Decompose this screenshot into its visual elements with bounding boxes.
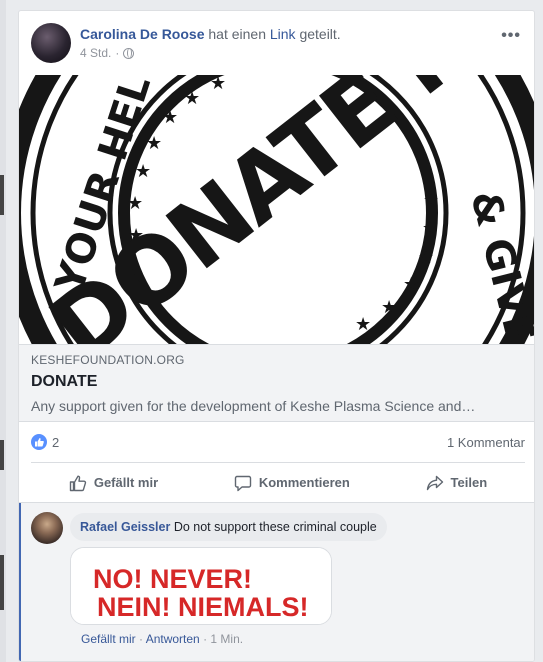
svg-text:★: ★ [135, 161, 151, 182]
action-text-pre: hat einen [208, 26, 266, 42]
post-meta: 4 Std. · [80, 46, 135, 60]
meme-line-1: NO! NEVER! [93, 564, 252, 594]
svg-text:★: ★ [423, 190, 439, 211]
comment-time[interactable]: 1 Min. [210, 632, 243, 646]
comment-bubble: Rafael Geissler Do not support these cri… [70, 513, 387, 541]
like-count: 2 [52, 434, 60, 450]
like-button-label: Gefällt mir [93, 475, 159, 490]
background-fragment [0, 175, 4, 215]
svg-text:★: ★ [418, 247, 434, 268]
comment-reply-link[interactable]: Antworten [146, 632, 200, 646]
comment-actions-separator: · [203, 632, 208, 646]
post-card: Carolina De Roose hat einen Link geteilt… [18, 10, 535, 662]
thumbs-up-icon [69, 475, 87, 491]
globe-icon [123, 47, 135, 59]
reactions-bar: 2 1 Kommentar [31, 431, 525, 453]
donate-now-stamp-image: ★ ★ ★ ★ ★ ★ ★ ★ ★ ★ ★ ★ ★ YOUR HEL & GIV… [19, 75, 534, 344]
background-fragment [0, 555, 4, 610]
share-button[interactable]: Teilen [426, 474, 488, 492]
action-link[interactable]: Link [270, 26, 296, 42]
svg-text:★: ★ [403, 274, 419, 295]
comment-text: Do not support these criminal couple [173, 520, 377, 534]
comment-bubble-icon [234, 475, 252, 491]
no-never-meme-image: NO! NEVER! NEIN! NIEMALS! [71, 548, 331, 624]
link-description: Any support given for the development of… [31, 398, 476, 414]
link-preview-info[interactable]: KESHEFOUNDATION.ORG DONATE Any support g… [19, 344, 534, 422]
background-fragment [0, 440, 4, 470]
comment-count[interactable]: 1 Kommentar [447, 435, 525, 450]
author-avatar[interactable] [31, 23, 71, 63]
like-summary[interactable]: 2 [31, 434, 59, 450]
link-preview-image[interactable]: ★ ★ ★ ★ ★ ★ ★ ★ ★ ★ ★ ★ ★ YOUR HEL & GIV… [19, 75, 534, 344]
svg-text:★: ★ [381, 297, 397, 318]
post-header: Carolina De Roose hat einen Link geteilt… [31, 23, 521, 65]
svg-text:★: ★ [210, 75, 226, 94]
comment-like-link[interactable]: Gefällt mir [81, 632, 136, 646]
link-title: DONATE [31, 373, 98, 390]
comment-button[interactable]: Kommentieren [234, 474, 350, 492]
comment-button-label: Kommentieren [258, 475, 350, 490]
commenter-name[interactable]: Rafael Geissler [80, 520, 170, 534]
svg-text:★: ★ [355, 314, 371, 335]
comment-focus-indicator [19, 503, 21, 661]
post-actions: Gefällt mir Kommentieren Teilen [31, 462, 525, 502]
commenter-avatar[interactable] [31, 512, 63, 544]
comment-actions-separator: · [139, 632, 144, 646]
svg-text:★: ★ [146, 133, 162, 154]
comments-section: Rafael Geissler Do not support these cri… [19, 502, 534, 661]
comment-actions: Gefällt mir · Antworten · 1 Min. [81, 632, 243, 646]
author-name[interactable]: Carolina De Roose [80, 26, 204, 42]
comment-image[interactable]: NO! NEVER! NEIN! NIEMALS! [70, 547, 332, 625]
svg-text:★: ★ [422, 218, 438, 239]
action-text-post: geteilt. [299, 26, 341, 42]
meta-separator: · [115, 46, 120, 60]
share-arrow-icon [426, 475, 443, 490]
like-button[interactable]: Gefällt mir [69, 474, 158, 492]
more-options-icon[interactable]: ••• [501, 27, 521, 45]
svg-text:★: ★ [162, 107, 178, 128]
link-domain: KESHEFOUNDATION.ORG [31, 353, 185, 367]
author-line: Carolina De Roose hat einen Link geteilt… [80, 26, 341, 42]
share-button-label: Teilen [450, 475, 488, 490]
like-reaction-icon [31, 434, 47, 450]
post-timestamp[interactable]: 4 Std. [80, 46, 111, 60]
svg-text:★: ★ [184, 88, 200, 109]
meme-line-2: NEIN! NIEMALS! [97, 592, 309, 622]
background-left-strip [0, 0, 6, 662]
